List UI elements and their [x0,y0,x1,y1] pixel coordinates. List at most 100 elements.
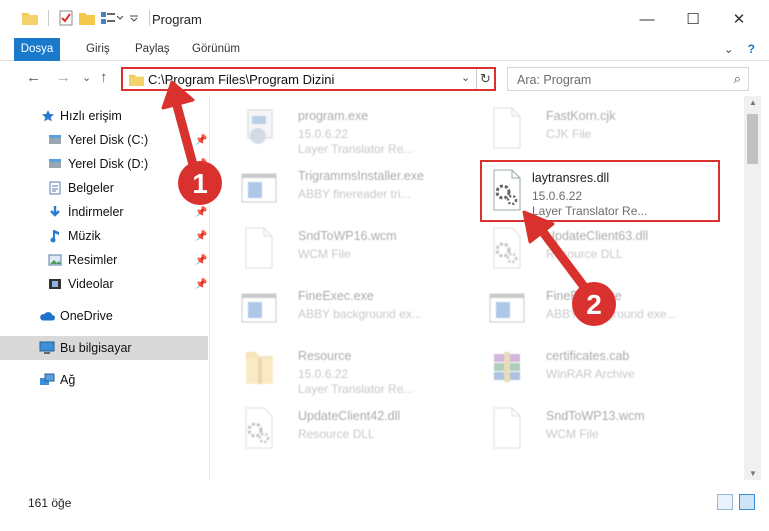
forward-arrow-icon[interactable]: → [56,69,71,86]
file-description: ABBY finereader tri... [298,187,411,201]
back-arrow-icon[interactable]: ← [26,69,41,86]
sidebar-item-label: Yerel Disk (D:) [68,157,149,171]
sidebar-item-quick-access[interactable]: Hızlı erişim [0,104,208,128]
close-button[interactable]: ✕ [728,8,750,30]
details-view-icon[interactable] [717,494,733,510]
search-box[interactable]: Ara: Program ⌕ [507,67,749,91]
file-item[interactable]: FineExec.exe ABBY background ex... [224,280,464,336]
file-item[interactable]: FineExec.exe ABBY background exe... [472,280,712,336]
ribbon-controls: ⌄ ? [724,42,755,56]
laytransres-dll-file[interactable]: laytransres.dll 15.0.6.22 Layer Translat… [480,160,720,222]
sidebar-item-this-pc[interactable]: Bu bilgisayar [0,336,208,360]
tab-home[interactable]: Giriş [86,38,110,61]
videos-icon [47,276,63,292]
file-item[interactable]: UpdateClient42.dll Resource DLL [224,400,464,456]
file-item[interactable]: Resource 15.0.6.22 Layer Translator Re..… [224,340,464,396]
sidebar-item-videos[interactable]: Videolar 📌 [0,272,208,296]
maximize-button[interactable]: ☐ [682,8,704,30]
zip-folder-icon [246,352,273,384]
file-name: FastKorn.cjk [546,109,616,123]
scroll-down-icon[interactable]: ▼ [749,469,757,478]
window-icon [241,293,277,323]
pin-icon[interactable]: 📌 [195,279,207,290]
pictures-icon [47,252,63,268]
file-description: Layer Translator Re... [298,382,414,396]
refresh-icon[interactable]: ↻ [476,69,494,89]
ribbon-tabs: Dosya Giriş Paylaş Görünüm ⌄ ? [0,38,769,94]
folder-icon[interactable] [22,11,38,25]
file-type: WinRAR Archive [546,367,635,381]
pin-icon[interactable]: 📌 [195,135,207,146]
vertical-scrollbar[interactable]: ▲ ▼ [744,96,761,480]
sidebar-item-network[interactable]: Ağ [0,368,208,392]
drive-icon [47,156,63,172]
address-bar[interactable]: C:\Program Files\Program Dizini ⌄ ↻ [121,67,496,91]
sidebar-item-local-disk-d[interactable]: Yerel Disk (D:) 📌 [0,152,208,176]
sidebar-item-label: Hızlı erişim [60,109,122,123]
item-count: 161 öğe [28,496,72,510]
file-name: UpdateClient42.dll [298,409,401,423]
window-icon [489,293,525,323]
file-description: Layer Translator Re... [532,204,648,218]
dll-gear-icon [493,169,521,211]
address-path[interactable]: C:\Program Files\Program Dizini [148,72,334,87]
sidebar-item-label: Videolar [68,277,114,291]
folder-icon [129,74,144,86]
file-type: CJK File [546,127,592,141]
scroll-up-icon[interactable]: ▲ [749,98,757,107]
sidebar-item-label: Bu bilgisayar [60,341,132,355]
search-icon[interactable]: ⌕ [734,71,741,87]
sidebar-item-pictures[interactable]: Resimler 📌 [0,248,208,272]
file-item[interactable]: SndToWP16.wcm WCM File [224,220,464,276]
new-folder-icon[interactable] [79,11,95,25]
file-item[interactable]: program.exe 15.0.6.22 Layer Translator R… [224,100,464,156]
file-name: program.exe [298,109,369,123]
file-version: 15.0.6.22 [532,189,583,203]
customize-toolbar-icon[interactable] [129,13,139,23]
recent-locations-icon[interactable]: ⌄ [82,71,91,84]
sidebar-item-local-disk-c[interactable]: Yerel Disk (C:) 📌 [0,128,208,152]
sidebar-item-music[interactable]: Müzik 📌 [0,224,208,248]
pin-icon[interactable]: 📌 [195,159,207,170]
quick-access-toolbar [22,10,154,26]
pin-icon[interactable]: 📌 [195,231,207,242]
file-name: SndToWP16.wcm [298,229,397,243]
tab-view[interactable]: Görünüm [192,38,240,61]
file-type: Resource DLL [298,427,375,441]
sidebar-item-downloads[interactable]: İndirmeler 📌 [0,200,208,224]
navigation-bar: ← → ⌄ ↑ C:\Program Files\Program Dizini … [0,61,769,95]
view-icon[interactable] [101,11,123,25]
file-version: 15.0.6.22 [298,127,349,141]
sidebar-item-label: Ağ [60,373,76,387]
file-item[interactable]: TrigrammsInstaller.exe ABBY finereader t… [224,160,464,216]
file-item[interactable]: certificates.cab WinRAR Archive [472,340,712,396]
pin-icon[interactable]: 📌 [195,255,207,266]
sidebar-item-documents[interactable]: Belgeler 📌 [0,176,208,200]
properties-icon[interactable] [59,10,73,26]
search-placeholder[interactable]: Ara: Program [517,73,591,87]
file-name: FineExec.exe [298,289,374,303]
pin-icon[interactable]: 📌 [195,207,207,218]
file-item[interactable]: SndToWP13.wcm WCM File [472,400,712,456]
documents-icon [47,180,63,196]
tab-share[interactable]: Paylaş [135,38,170,61]
view-switcher [717,494,755,510]
pin-icon[interactable]: 📌 [195,183,207,194]
network-icon [39,372,55,388]
file-item[interactable]: UpdateClient63.dll Resource DLL [472,220,712,276]
up-arrow-icon[interactable]: ↑ [100,69,108,86]
file-description: ABBY background ex... [298,307,422,321]
file-name: SndToWP13.wcm [546,409,645,423]
file-name: laytransres.dll [532,171,610,185]
sidebar-item-onedrive[interactable]: OneDrive [0,304,208,328]
blank-file-icon [493,107,521,149]
file-type: WCM File [298,247,351,261]
archive-icon [494,352,520,382]
file-item[interactable]: FastKorn.cjk CJK File [472,100,712,156]
help-icon[interactable]: ? [748,42,755,56]
scrollbar-thumb[interactable] [747,114,758,164]
large-icons-view-icon[interactable] [739,494,755,510]
minimize-button[interactable]: — [636,8,658,30]
expand-ribbon-icon[interactable]: ⌄ [724,42,734,56]
address-dropdown-icon[interactable]: ⌄ [461,71,470,84]
